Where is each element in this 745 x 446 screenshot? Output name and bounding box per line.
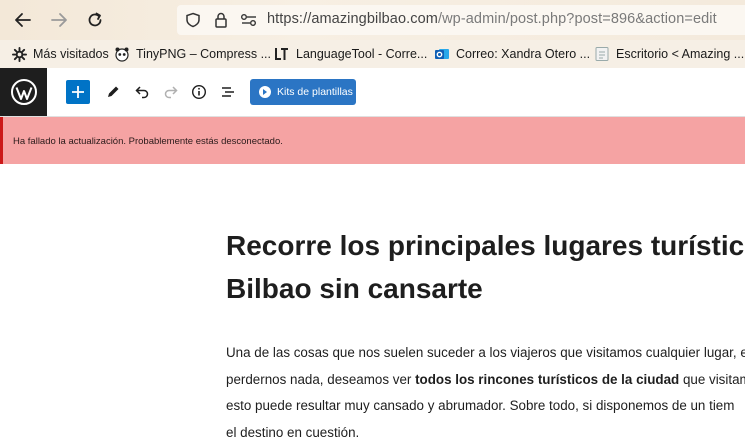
list-view-icon[interactable] — [216, 80, 240, 104]
url-bar[interactable]: https://amazingbilbao.com/wp-admin/post.… — [177, 5, 745, 35]
pencil-icon[interactable] — [101, 80, 125, 104]
url-path: /wp-admin/post.php?post=896&action=edit — [438, 11, 717, 27]
add-block-button[interactable] — [66, 80, 90, 104]
wordpress-logo-icon[interactable] — [0, 68, 47, 116]
bookmarks-bar: Más visitados TinyPNG – Compress ... Lan… — [0, 40, 745, 69]
template-kits-button[interactable]: Kits de plantillas — [250, 79, 356, 105]
post-title-line: Bilbao sin cansarte — [226, 267, 745, 310]
bookmark-label: Correo: Xandra Otero ... — [456, 47, 590, 61]
paragraph-line: el destino en cuestión. — [226, 420, 745, 446]
outlook-icon — [434, 46, 450, 62]
error-notice-text: Ha fallado la actualización. Probablemen… — [13, 136, 283, 147]
post-title-line: Recorre los principales lugares turístic… — [226, 224, 745, 267]
redo-icon[interactable] — [159, 80, 183, 104]
error-notice: Ha fallado la actualización. Probablemen… — [0, 117, 745, 164]
post-title[interactable]: Recorre los principales lugares turístic… — [226, 224, 745, 310]
gear-icon — [11, 46, 27, 62]
bookmark-correo[interactable]: Correo: Xandra Otero ... — [434, 45, 590, 63]
forward-arrow-icon[interactable] — [46, 8, 72, 32]
bookmark-languagetool[interactable]: LanguageTool - Corre... — [274, 45, 427, 63]
permissions-icon[interactable] — [240, 12, 258, 28]
paragraph-text: perdernos nada, deseamos ver — [226, 372, 415, 387]
bookmark-escritorio[interactable]: Escritorio < Amazing ... — [594, 45, 744, 63]
post-paragraph[interactable]: Una de las cosas que nos suelen suceder … — [226, 340, 745, 446]
bookmark-label: Más visitados — [33, 47, 109, 61]
template-kits-label: Kits de plantillas — [277, 86, 353, 98]
paragraph-line: esto puede resultar muy cansado y abruma… — [226, 393, 745, 420]
url-text[interactable]: https://amazingbilbao.com/wp-admin/post.… — [267, 11, 717, 27]
reload-icon[interactable] — [82, 8, 108, 32]
shield-icon[interactable] — [185, 12, 203, 28]
info-icon[interactable] — [187, 80, 211, 104]
bookmark-label: TinyPNG – Compress ... — [136, 47, 271, 61]
paragraph-line: Una de las cosas que nos suelen suceder … — [226, 340, 745, 367]
back-arrow-icon[interactable] — [10, 8, 36, 32]
languagetool-icon — [274, 46, 290, 62]
undo-icon[interactable] — [130, 80, 154, 104]
kits-icon — [259, 86, 271, 98]
page-icon — [594, 46, 610, 62]
paragraph-line: perdernos nada, deseamos ver todos los r… — [226, 367, 745, 394]
lock-icon[interactable] — [213, 12, 231, 28]
bookmark-label: Escritorio < Amazing ... — [616, 47, 744, 61]
paragraph-text: que visitam — [679, 372, 745, 387]
bookmark-most-visited[interactable]: Más visitados — [11, 45, 109, 63]
bookmark-tinypng[interactable]: TinyPNG – Compress ... — [114, 45, 271, 63]
url-host: https://amazingbilbao.com — [267, 11, 438, 27]
paragraph-bold-text: todos los rincones turísticos de la ciud… — [415, 372, 679, 387]
browser-navbar: https://amazingbilbao.com/wp-admin/post.… — [0, 0, 745, 40]
panda-icon — [114, 46, 130, 62]
editor-toolbar: Kits de plantillas — [0, 68, 745, 117]
bookmark-label: LanguageTool - Corre... — [296, 47, 427, 61]
